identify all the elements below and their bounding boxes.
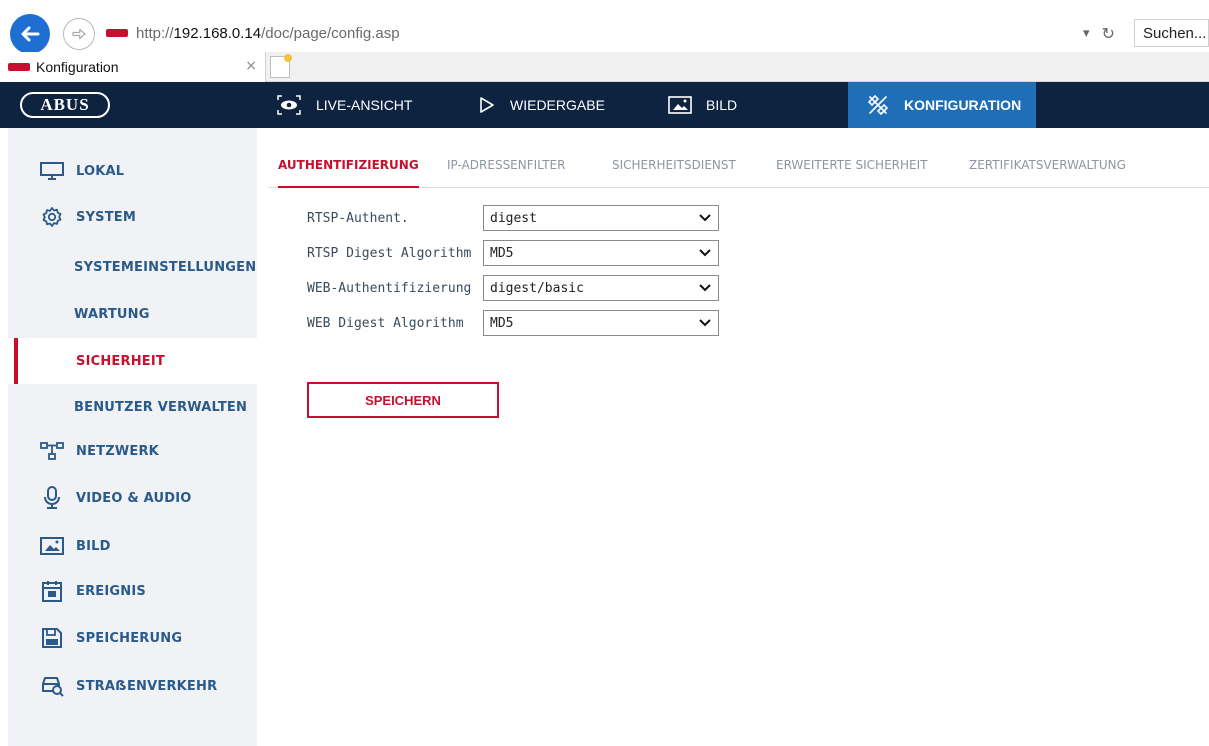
- save-icon: [38, 628, 66, 648]
- app-header: ABUS LIVE-ANSICHT WIEDERGABE BILD KONFIG…: [0, 82, 1209, 128]
- car-search-icon: [38, 675, 66, 697]
- arrow-left-icon: [21, 26, 40, 42]
- sidebar-item-benutzer-verwalten[interactable]: BENUTZER VERWALTEN: [8, 384, 257, 430]
- nav-live-ansicht[interactable]: LIVE-ANSICHT: [276, 82, 412, 128]
- form-row-rtsp-digest-algorithm: RTSP Digest Algorithm MD5: [307, 240, 719, 266]
- sidebar-item-sicherheit[interactable]: SICHERHEIT: [8, 338, 257, 384]
- url-path: /doc/page/config.asp: [261, 24, 400, 42]
- web-authentifizierung-select[interactable]: digest/basic: [483, 275, 719, 301]
- select-value: digest: [490, 210, 537, 226]
- sidebar-item-wartung[interactable]: WARTUNG: [8, 291, 257, 337]
- calendar-icon: [38, 580, 66, 602]
- abus-logo: ABUS: [20, 92, 110, 118]
- search-placeholder: Suchen...: [1143, 24, 1207, 42]
- url-dropdown-icon[interactable]: ▾: [1083, 26, 1090, 41]
- sidebar-item-label: EREIGNIS: [76, 583, 146, 599]
- sidebar-item-label: SICHERHEIT: [76, 353, 165, 369]
- sidebar-item-video-audio[interactable]: VIDEO & AUDIO: [8, 475, 257, 521]
- sidebar-item-label: VIDEO & AUDIO: [76, 490, 192, 506]
- tools-icon: [866, 93, 890, 117]
- field-label: WEB-Authentifizierung: [307, 280, 472, 296]
- nav-label: BILD: [706, 97, 738, 113]
- sidebar-item-system[interactable]: SYSTEM: [8, 194, 257, 240]
- arrow-right-icon: [72, 28, 86, 40]
- sidebar-item-systemeinstellungen[interactable]: SYSTEMEINSTELLUNGEN: [8, 244, 257, 290]
- browser-tab-bar: Konfiguration ×: [0, 52, 1209, 82]
- refresh-icon[interactable]: ↻: [1102, 24, 1115, 43]
- web-digest-algorithm-select[interactable]: MD5: [483, 310, 719, 336]
- sidebar-item-bild[interactable]: BILD: [8, 523, 257, 569]
- url-prefix: http://: [136, 24, 174, 42]
- sidebar-item-strassenverkehr[interactable]: STRAẞENVERKEHR: [8, 663, 257, 709]
- chevron-down-icon: [698, 211, 712, 225]
- browser-address-bar: http://192.168.0.14/doc/page/config.asp …: [0, 0, 1209, 54]
- close-tab-icon[interactable]: ×: [245, 58, 257, 74]
- rtsp-digest-algorithm-select[interactable]: MD5: [483, 240, 719, 266]
- search-input[interactable]: Suchen...: [1134, 19, 1209, 47]
- tab-erweiterte-sicherheit[interactable]: ERWEITERTE SICHERHEIT: [776, 158, 927, 172]
- image-icon: [668, 96, 692, 114]
- site-favicon-icon: [106, 29, 128, 37]
- field-label: RTSP Digest Algorithm: [307, 245, 472, 261]
- tab-sicherheitsdienst[interactable]: SICHERHEITSDIENST: [612, 158, 736, 172]
- tab-ip-adressenfilter[interactable]: IP-ADRESSENFILTER: [447, 158, 565, 172]
- nav-label: KONFIGURATION: [904, 97, 1022, 113]
- sidebar-item-label: SYSTEM: [76, 209, 137, 225]
- new-tab-icon[interactable]: [270, 54, 292, 78]
- tab-favicon-icon: [8, 63, 30, 71]
- sidebar-item-label: SPEICHERUNG: [76, 630, 183, 646]
- field-label: WEB Digest Algorithm: [307, 315, 464, 331]
- select-value: MD5: [490, 315, 514, 331]
- url-text: http://192.168.0.14/doc/page/config.asp: [136, 25, 400, 42]
- field-label: RTSP-Authent.: [307, 210, 409, 226]
- nav-konfiguration[interactable]: KONFIGURATION: [848, 82, 1036, 128]
- browser-tab[interactable]: Konfiguration ×: [0, 52, 266, 82]
- logo-text: ABUS: [40, 95, 90, 114]
- sidebar-item-label: SYSTEMEINSTELLUNGEN: [74, 259, 257, 275]
- url-host: 192.168.0.14: [173, 24, 262, 42]
- play-icon: [478, 96, 496, 114]
- sidebar-item-ereignis[interactable]: EREIGNIS: [8, 568, 257, 614]
- sidebar-item-label: WARTUNG: [74, 306, 150, 322]
- chevron-down-icon: [698, 281, 712, 295]
- eye-icon: [276, 94, 302, 116]
- network-icon: [38, 441, 66, 461]
- chevron-down-icon: [698, 246, 712, 260]
- chevron-down-icon: [698, 316, 712, 330]
- select-value: MD5: [490, 245, 514, 261]
- sidebar-item-lokal[interactable]: LOKAL: [8, 148, 257, 194]
- rtsp-authent-select[interactable]: digest: [483, 205, 719, 231]
- back-button[interactable]: [10, 14, 50, 54]
- form-row-web-authentifizierung: WEB-Authentifizierung digest/basic: [307, 275, 719, 301]
- nav-label: LIVE-ANSICHT: [316, 97, 413, 113]
- form-row-web-digest-algorithm: WEB Digest Algorithm MD5: [307, 310, 719, 336]
- monitor-icon: [38, 162, 66, 180]
- tab-zertifikatsverwaltung[interactable]: ZERTIFIKATSVERWALTUNG: [969, 158, 1126, 172]
- sidebar-item-label: BENUTZER VERWALTEN: [74, 399, 248, 415]
- security-subtabs: AUTHENTIFIZIERUNG IP-ADRESSENFILTER SICH…: [268, 148, 1209, 188]
- tab-authentifizierung[interactable]: AUTHENTIFIZIERUNG: [278, 158, 419, 188]
- form-row-rtsp-authent: RTSP-Authent. digest: [307, 205, 719, 231]
- sidebar-item-netzwerk[interactable]: NETZWERK: [8, 428, 257, 474]
- nav-label: WIEDERGABE: [510, 97, 605, 113]
- sidebar-item-label: STRAẞENVERKEHR: [76, 678, 218, 694]
- url-actions: ▾ ↻: [1083, 19, 1115, 47]
- tab-title: Konfiguration: [36, 59, 119, 75]
- image-icon: [38, 537, 66, 555]
- url-field[interactable]: http://192.168.0.14/doc/page/config.asp: [100, 19, 1130, 47]
- select-value: digest/basic: [490, 280, 584, 296]
- sidebar: LOKAL SYSTEM SYSTEMEINSTELLUNGEN WARTUNG…: [8, 128, 257, 746]
- save-button[interactable]: SPEICHERN: [307, 382, 499, 418]
- sidebar-item-speicherung[interactable]: SPEICHERUNG: [8, 615, 257, 661]
- nav-bild[interactable]: BILD: [668, 82, 737, 128]
- microphone-icon: [38, 486, 66, 510]
- gear-icon: [38, 206, 66, 228]
- nav-wiedergabe[interactable]: WIEDERGABE: [478, 82, 605, 128]
- sidebar-item-label: BILD: [76, 538, 111, 554]
- sidebar-item-label: NETZWERK: [76, 443, 159, 459]
- sidebar-item-label: LOKAL: [76, 163, 125, 179]
- forward-button[interactable]: [63, 18, 95, 50]
